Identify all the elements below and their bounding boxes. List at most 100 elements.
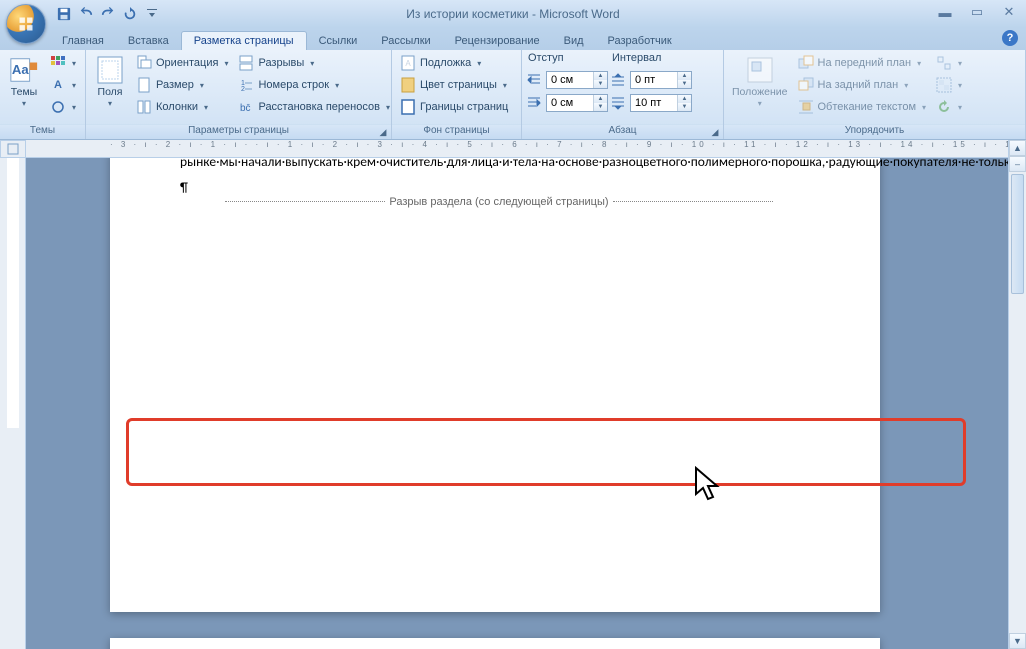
position-button[interactable]: Положение ▾ bbox=[728, 52, 792, 122]
rotate-button[interactable]: ▾ bbox=[932, 96, 966, 118]
themes-label: Темы bbox=[11, 87, 37, 99]
fonts-icon: A bbox=[50, 77, 66, 93]
spacing-before-spinner[interactable]: ▲▼ bbox=[630, 71, 692, 89]
chevron-down-icon: ▾ bbox=[22, 99, 26, 108]
page-color-button[interactable]: Цвет страницы▾ bbox=[396, 74, 512, 96]
minimize-button[interactable]: ▬ bbox=[934, 4, 956, 20]
close-button[interactable]: ✕ bbox=[998, 4, 1020, 20]
scroll-down-button[interactable]: ▼ bbox=[1009, 633, 1026, 649]
themes-icon: Aa bbox=[8, 54, 40, 86]
window-title: Из истории косметики - Microsoft Word bbox=[406, 7, 619, 21]
office-button[interactable] bbox=[6, 4, 46, 44]
section-break-indicator[interactable]: Разрыв раздела (со следующей страницы) bbox=[180, 196, 810, 208]
orientation-button[interactable]: Ориентация▾ bbox=[132, 52, 232, 74]
scroll-up-button[interactable]: ▲ bbox=[1009, 140, 1026, 156]
chevron-down-icon: ▾ bbox=[108, 99, 112, 108]
effects-icon bbox=[50, 99, 66, 115]
ruler-corner[interactable] bbox=[0, 140, 26, 158]
theme-effects-button[interactable]: ▾ bbox=[46, 96, 80, 118]
spacing-before-row: ▲▼ bbox=[610, 69, 692, 91]
qat-repeat[interactable] bbox=[120, 4, 140, 24]
workspace: · 3 · ı · 2 · ı · 1 · ı · · ı · 1 · ı · … bbox=[0, 140, 1026, 649]
watermark-button[interactable]: AПодложка▾ bbox=[396, 52, 512, 74]
themes-button[interactable]: Aa Темы ▾ bbox=[4, 52, 44, 122]
indent-left-icon bbox=[526, 72, 542, 88]
theme-fonts-button[interactable]: A▾ bbox=[46, 74, 80, 96]
document-area[interactable]: рынке·мы·начали·выпускать·крем·очистител… bbox=[26, 158, 1008, 649]
indent-left-spinner[interactable]: ▲▼ bbox=[546, 71, 608, 89]
hyphenation-button[interactable]: bc̄Расстановка переносов▾ bbox=[234, 96, 394, 118]
size-icon bbox=[136, 77, 152, 93]
indent-left-row: ▲▼ bbox=[526, 69, 608, 91]
tab-mailings[interactable]: Рассылки bbox=[369, 32, 442, 50]
spin-up[interactable]: ▲ bbox=[678, 95, 691, 103]
margins-button[interactable]: Поля ▾ bbox=[90, 52, 130, 122]
tab-view[interactable]: Вид bbox=[552, 32, 596, 50]
spin-up[interactable]: ▲ bbox=[594, 95, 607, 103]
ribbon: Aa Темы ▾ ▾ A▾ ▾ Темы Поля ▾ Ориентация▾… bbox=[0, 50, 1026, 140]
dialog-launcher-icon[interactable]: ◢ bbox=[377, 126, 389, 138]
spin-down[interactable]: ▼ bbox=[678, 103, 691, 111]
empty-paragraph-mark[interactable]: ¶ bbox=[180, 178, 188, 198]
size-button[interactable]: Размер▾ bbox=[132, 74, 232, 96]
watermark-icon: A bbox=[400, 55, 416, 71]
tab-insert[interactable]: Вставка bbox=[116, 32, 181, 50]
scroll-thumb[interactable] bbox=[1011, 174, 1024, 294]
qat-save[interactable] bbox=[54, 4, 74, 24]
group-themes: Aa Темы ▾ ▾ A▾ ▾ Темы bbox=[0, 50, 86, 139]
page-1: рынке·мы·начали·выпускать·крем·очистител… bbox=[110, 158, 880, 612]
indent-left-input[interactable] bbox=[547, 72, 593, 88]
qat-redo[interactable] bbox=[98, 4, 118, 24]
position-icon bbox=[744, 54, 776, 86]
line-numbers-button[interactable]: 12Номера строк▾ bbox=[234, 74, 394, 96]
scroll-track[interactable] bbox=[1011, 174, 1024, 633]
breaks-icon bbox=[238, 55, 254, 71]
page-borders-button[interactable]: Границы страниц bbox=[396, 96, 512, 118]
indent-right-spinner[interactable]: ▲▼ bbox=[546, 94, 608, 112]
spacing-before-icon bbox=[610, 72, 626, 88]
maximize-button[interactable]: ▭ bbox=[966, 4, 988, 20]
vertical-scrollbar[interactable]: ▲ – ▼ bbox=[1008, 140, 1026, 649]
help-icon[interactable]: ? bbox=[1002, 30, 1018, 46]
chevron-down-icon: ▾ bbox=[758, 99, 762, 108]
scroll-page-up-button[interactable]: – bbox=[1009, 156, 1026, 172]
qat-customize[interactable] bbox=[142, 4, 162, 24]
group-label-page-bg: Фон страницы bbox=[392, 124, 521, 139]
spin-down[interactable]: ▼ bbox=[678, 80, 691, 88]
bring-front-icon bbox=[798, 55, 814, 71]
theme-colors-button[interactable]: ▾ bbox=[46, 52, 80, 74]
text-wrapping-button[interactable]: Обтекание текстом▾ bbox=[794, 96, 931, 118]
send-to-back-button[interactable]: На задний план▾ bbox=[794, 74, 931, 96]
vertical-ruler[interactable] bbox=[0, 158, 26, 649]
group-objects-button[interactable]: ▾ bbox=[932, 74, 966, 96]
spacing-after-input[interactable] bbox=[631, 95, 677, 111]
margins-icon bbox=[94, 54, 126, 86]
spin-up[interactable]: ▲ bbox=[594, 72, 607, 80]
dialog-launcher-icon[interactable]: ◢ bbox=[709, 126, 721, 138]
bring-to-front-button[interactable]: На передний план▾ bbox=[794, 52, 931, 74]
body-paragraph-1[interactable]: рынке·мы·начали·выпускать·крем·очистител… bbox=[180, 158, 810, 172]
horizontal-ruler[interactable]: · 3 · ı · 2 · ı · 1 · ı · · ı · 1 · ı · … bbox=[26, 140, 1008, 158]
quick-access-toolbar bbox=[54, 0, 162, 28]
tab-review[interactable]: Рецензирование bbox=[443, 32, 552, 50]
group-page-background: AПодложка▾ Цвет страницы▾ Границы страни… bbox=[392, 50, 522, 139]
rotate-icon bbox=[936, 99, 952, 115]
spin-up[interactable]: ▲ bbox=[678, 72, 691, 80]
group-page-setup: Поля ▾ Ориентация▾ Размер▾ Колонки▾ Разр… bbox=[86, 50, 392, 139]
tab-references[interactable]: Ссылки bbox=[307, 32, 370, 50]
tab-developer[interactable]: Разработчик bbox=[596, 32, 684, 50]
tab-page-layout[interactable]: Разметка страницы bbox=[181, 31, 307, 50]
spacing-after-spinner[interactable]: ▲▼ bbox=[630, 94, 692, 112]
spin-down[interactable]: ▼ bbox=[594, 80, 607, 88]
qat-undo[interactable] bbox=[76, 4, 96, 24]
title-bar: Из истории косметики - Microsoft Word ▬ … bbox=[0, 0, 1026, 28]
svg-text:2: 2 bbox=[241, 86, 245, 93]
spin-down[interactable]: ▼ bbox=[594, 103, 607, 111]
breaks-button[interactable]: Разрывы▾ bbox=[234, 52, 394, 74]
tab-home[interactable]: Главная bbox=[50, 32, 116, 50]
align-button[interactable]: ▾ bbox=[932, 52, 966, 74]
columns-button[interactable]: Колонки▾ bbox=[132, 96, 232, 118]
spacing-before-input[interactable] bbox=[631, 72, 677, 88]
indent-right-input[interactable] bbox=[547, 95, 593, 111]
page-2: Из·истории·косметики¶ Первый·документ,·с… bbox=[110, 638, 880, 649]
